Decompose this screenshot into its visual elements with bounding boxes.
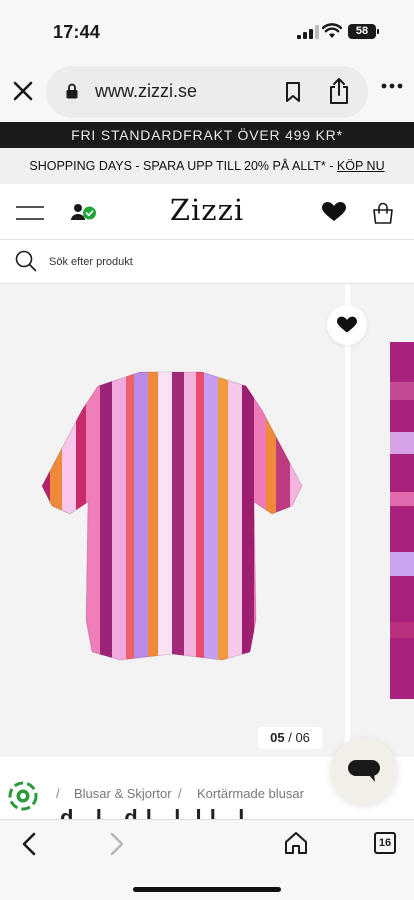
chat-button[interactable] bbox=[331, 738, 397, 804]
address-bar[interactable]: www.zizzi.se bbox=[46, 66, 368, 118]
share-icon[interactable] bbox=[328, 77, 350, 105]
product-image[interactable] bbox=[40, 370, 304, 662]
eco-badge-icon bbox=[8, 781, 38, 811]
heart-icon bbox=[337, 316, 357, 333]
image-counter-separator: / bbox=[288, 730, 292, 745]
promo-text: SHOPPING DAYS - SPARA UPP TILL 20% PÅ AL… bbox=[29, 159, 337, 173]
product-gallery[interactable]: 05 / 06 bbox=[0, 284, 414, 757]
tabs-button[interactable]: 16 bbox=[374, 832, 396, 854]
chevron-right-icon[interactable] bbox=[108, 832, 126, 856]
browser-toolbar: 16 bbox=[0, 819, 414, 900]
image-counter-total: 06 bbox=[295, 730, 310, 745]
close-icon[interactable] bbox=[12, 80, 34, 102]
chevron-left-icon[interactable] bbox=[20, 832, 38, 856]
breadcrumb-blusar-skjortor[interactable]: Blusar & Skjortor bbox=[74, 786, 172, 801]
wifi-icon bbox=[322, 23, 342, 38]
home-icon[interactable] bbox=[284, 831, 308, 855]
promo-banner: SHOPPING DAYS - SPARA UPP TILL 20% PÅ AL… bbox=[0, 148, 414, 184]
more-icon[interactable] bbox=[380, 82, 404, 90]
shipping-banner: FRI STANDARDFRAKT ÖVER 499 KR* bbox=[0, 122, 414, 148]
breadcrumb-separator: / bbox=[178, 786, 182, 801]
gallery-divider bbox=[345, 284, 350, 757]
store-header: Zizzi bbox=[0, 184, 414, 240]
next-product-image[interactable] bbox=[390, 342, 414, 699]
heart-icon[interactable] bbox=[322, 202, 346, 222]
search-input[interactable] bbox=[49, 252, 389, 272]
url-text: www.zizzi.se bbox=[95, 81, 198, 101]
shopping-bag-icon[interactable] bbox=[371, 202, 395, 224]
signal-icon bbox=[297, 25, 319, 39]
product-title: d.. l.. d.l.. l. l.l.. l.. bbox=[60, 805, 260, 819]
image-counter-current: 05 bbox=[270, 730, 285, 745]
bookmark-icon[interactable] bbox=[284, 81, 302, 103]
tabs-count: 16 bbox=[378, 837, 392, 849]
home-indicator bbox=[133, 887, 281, 892]
battery-level: 58 bbox=[355, 25, 369, 37]
search-bar bbox=[0, 240, 414, 284]
chat-icon bbox=[348, 760, 380, 782]
breadcrumb-kortarmade-blusar[interactable]: Kortärmade blusar bbox=[197, 786, 304, 801]
add-to-wishlist-button[interactable] bbox=[327, 305, 367, 345]
browser-bar: www.zizzi.se bbox=[0, 62, 414, 122]
lock-icon bbox=[66, 83, 78, 99]
breadcrumb-separator: / bbox=[56, 786, 60, 801]
promo-link[interactable]: KÖP NU bbox=[337, 159, 385, 173]
image-counter: 05 / 06 bbox=[258, 727, 322, 749]
search-icon[interactable] bbox=[15, 250, 37, 272]
status-bar: 17:44 58 bbox=[0, 0, 414, 62]
battery-indicator: 58 bbox=[348, 24, 379, 39]
store-logo[interactable]: Zizzi bbox=[0, 193, 414, 227]
status-time: 17:44 bbox=[53, 22, 101, 42]
